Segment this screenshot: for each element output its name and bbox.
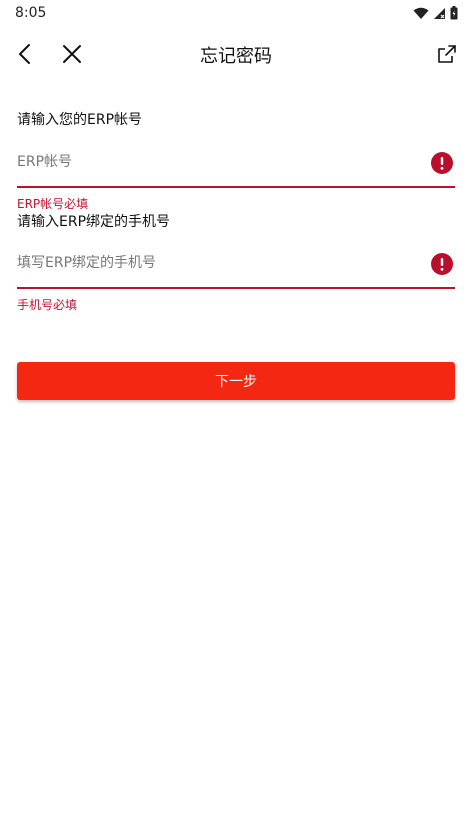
wifi-icon	[413, 7, 429, 19]
battery-icon	[450, 6, 458, 20]
page-title: 忘记密码	[200, 46, 272, 67]
status-time: 8:05	[15, 5, 47, 21]
erp-account-field	[17, 142, 455, 188]
share-icon[interactable]	[436, 43, 458, 65]
erp-account-input[interactable]	[17, 142, 417, 182]
status-icons	[413, 6, 458, 20]
nav-bar: 忘记密码	[0, 30, 472, 78]
erp-error-text: ERP帐号必填	[17, 197, 89, 211]
erp-section-label: 请输入您的ERP帐号	[17, 112, 143, 128]
error-icon	[431, 253, 453, 275]
phone-input[interactable]	[17, 243, 417, 283]
phone-section-label: 请输入ERP绑定的手机号	[17, 214, 171, 230]
phone-error-text: 手机号必填	[17, 298, 78, 312]
phone-field	[17, 243, 455, 289]
status-bar: 8:05	[0, 0, 472, 26]
cellular-icon	[434, 7, 445, 19]
next-button[interactable]: 下一步	[17, 362, 455, 400]
error-icon	[431, 152, 453, 174]
